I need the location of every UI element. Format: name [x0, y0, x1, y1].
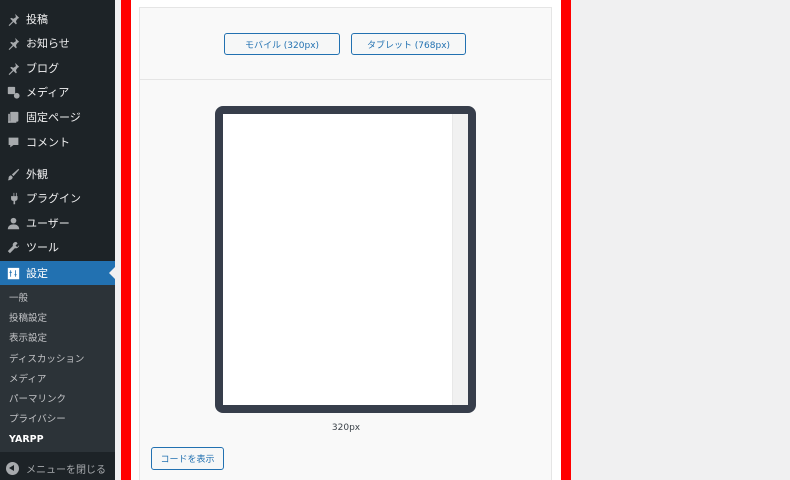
- highlight-frame-right: [561, 0, 571, 480]
- submenu-item-general[interactable]: 一般: [9, 291, 28, 307]
- submenu-item-privacy[interactable]: プライバシー: [9, 412, 66, 428]
- sidebar-item-label: コメント: [26, 136, 70, 149]
- pin-icon: [6, 61, 20, 75]
- user-icon: [6, 216, 20, 230]
- sidebar-item-label: ユーザー: [26, 217, 70, 230]
- collapse-menu-button[interactable]: メニューを閉じる: [0, 456, 115, 480]
- page-icon: [6, 110, 20, 124]
- sidebar-item-label: メディア: [26, 86, 70, 99]
- mobile-preview-button[interactable]: モバイル (320px): [224, 33, 340, 55]
- submenu-item-discussion[interactable]: ディスカッション: [9, 352, 84, 368]
- submenu-item-permalinks[interactable]: パーマリンク: [9, 392, 66, 408]
- sidebar-item-appearance[interactable]: 外観: [0, 162, 115, 186]
- collapse-menu-label: メニューを閉じる: [26, 464, 106, 476]
- submenu-item-reading[interactable]: 表示設定: [9, 331, 47, 347]
- sidebar-item-plugins[interactable]: プラグイン: [0, 186, 115, 210]
- sidebar-item-label: 固定ページ: [26, 111, 81, 124]
- sidebar-item-label: 設定: [26, 267, 48, 280]
- submenu-item-writing[interactable]: 投稿設定: [9, 311, 47, 327]
- sidebar-item-comments[interactable]: コメント: [0, 130, 115, 154]
- sidebar-item-label: 投稿: [26, 13, 48, 26]
- sidebar-item-pages[interactable]: 固定ページ: [0, 105, 115, 129]
- preview-width-label: 320px: [331, 423, 361, 433]
- pin-icon: [6, 12, 20, 26]
- settings-icon: [6, 266, 20, 280]
- current-indicator-arrow: [109, 267, 115, 279]
- submenu-item-yarpp[interactable]: YARPP: [9, 432, 44, 448]
- show-code-button[interactable]: コードを表示: [151, 447, 224, 470]
- sidebar-item-settings[interactable]: 設定: [0, 261, 115, 285]
- preview-scrollbar[interactable]: [452, 114, 468, 405]
- highlight-frame-left: [121, 0, 131, 480]
- submenu-item-media[interactable]: メディア: [9, 372, 46, 388]
- sidebar-item-label: プラグイン: [26, 192, 81, 205]
- sidebar-item-label: ツール: [26, 241, 59, 254]
- sidebar-item-label: ブログ: [26, 62, 59, 75]
- sidebar-item-posts[interactable]: 投稿: [0, 7, 115, 31]
- brush-icon: [6, 167, 20, 181]
- card-divider: [140, 79, 551, 80]
- sidebar-item-users[interactable]: ユーザー: [0, 211, 115, 235]
- preview-screen[interactable]: [223, 114, 468, 405]
- media-icon: [6, 85, 20, 99]
- sidebar-item-label: 外観: [26, 168, 48, 181]
- wrench-icon: [6, 240, 20, 254]
- sidebar-item-news[interactable]: お知らせ: [0, 31, 115, 55]
- sidebar-item-label: お知らせ: [26, 37, 70, 50]
- collapse-arrow-icon: [6, 461, 19, 475]
- sidebar-item-blog[interactable]: ブログ: [0, 56, 115, 80]
- settings-submenu: 一般 投稿設定 表示設定 ディスカッション メディア パーマリンク プライバシー…: [0, 285, 115, 452]
- comment-icon: [6, 135, 20, 149]
- sidebar-item-tools[interactable]: ツール: [0, 235, 115, 259]
- admin-sidebar: 投稿 お知らせ ブログ メディア 固定ページ コメント 外観 プラグイン ユーザ…: [0, 0, 115, 480]
- sidebar-item-media[interactable]: メディア: [0, 80, 115, 104]
- plugin-icon: [6, 191, 20, 205]
- tablet-preview-button[interactable]: タブレット (768px): [351, 33, 466, 55]
- pin-icon: [6, 36, 20, 50]
